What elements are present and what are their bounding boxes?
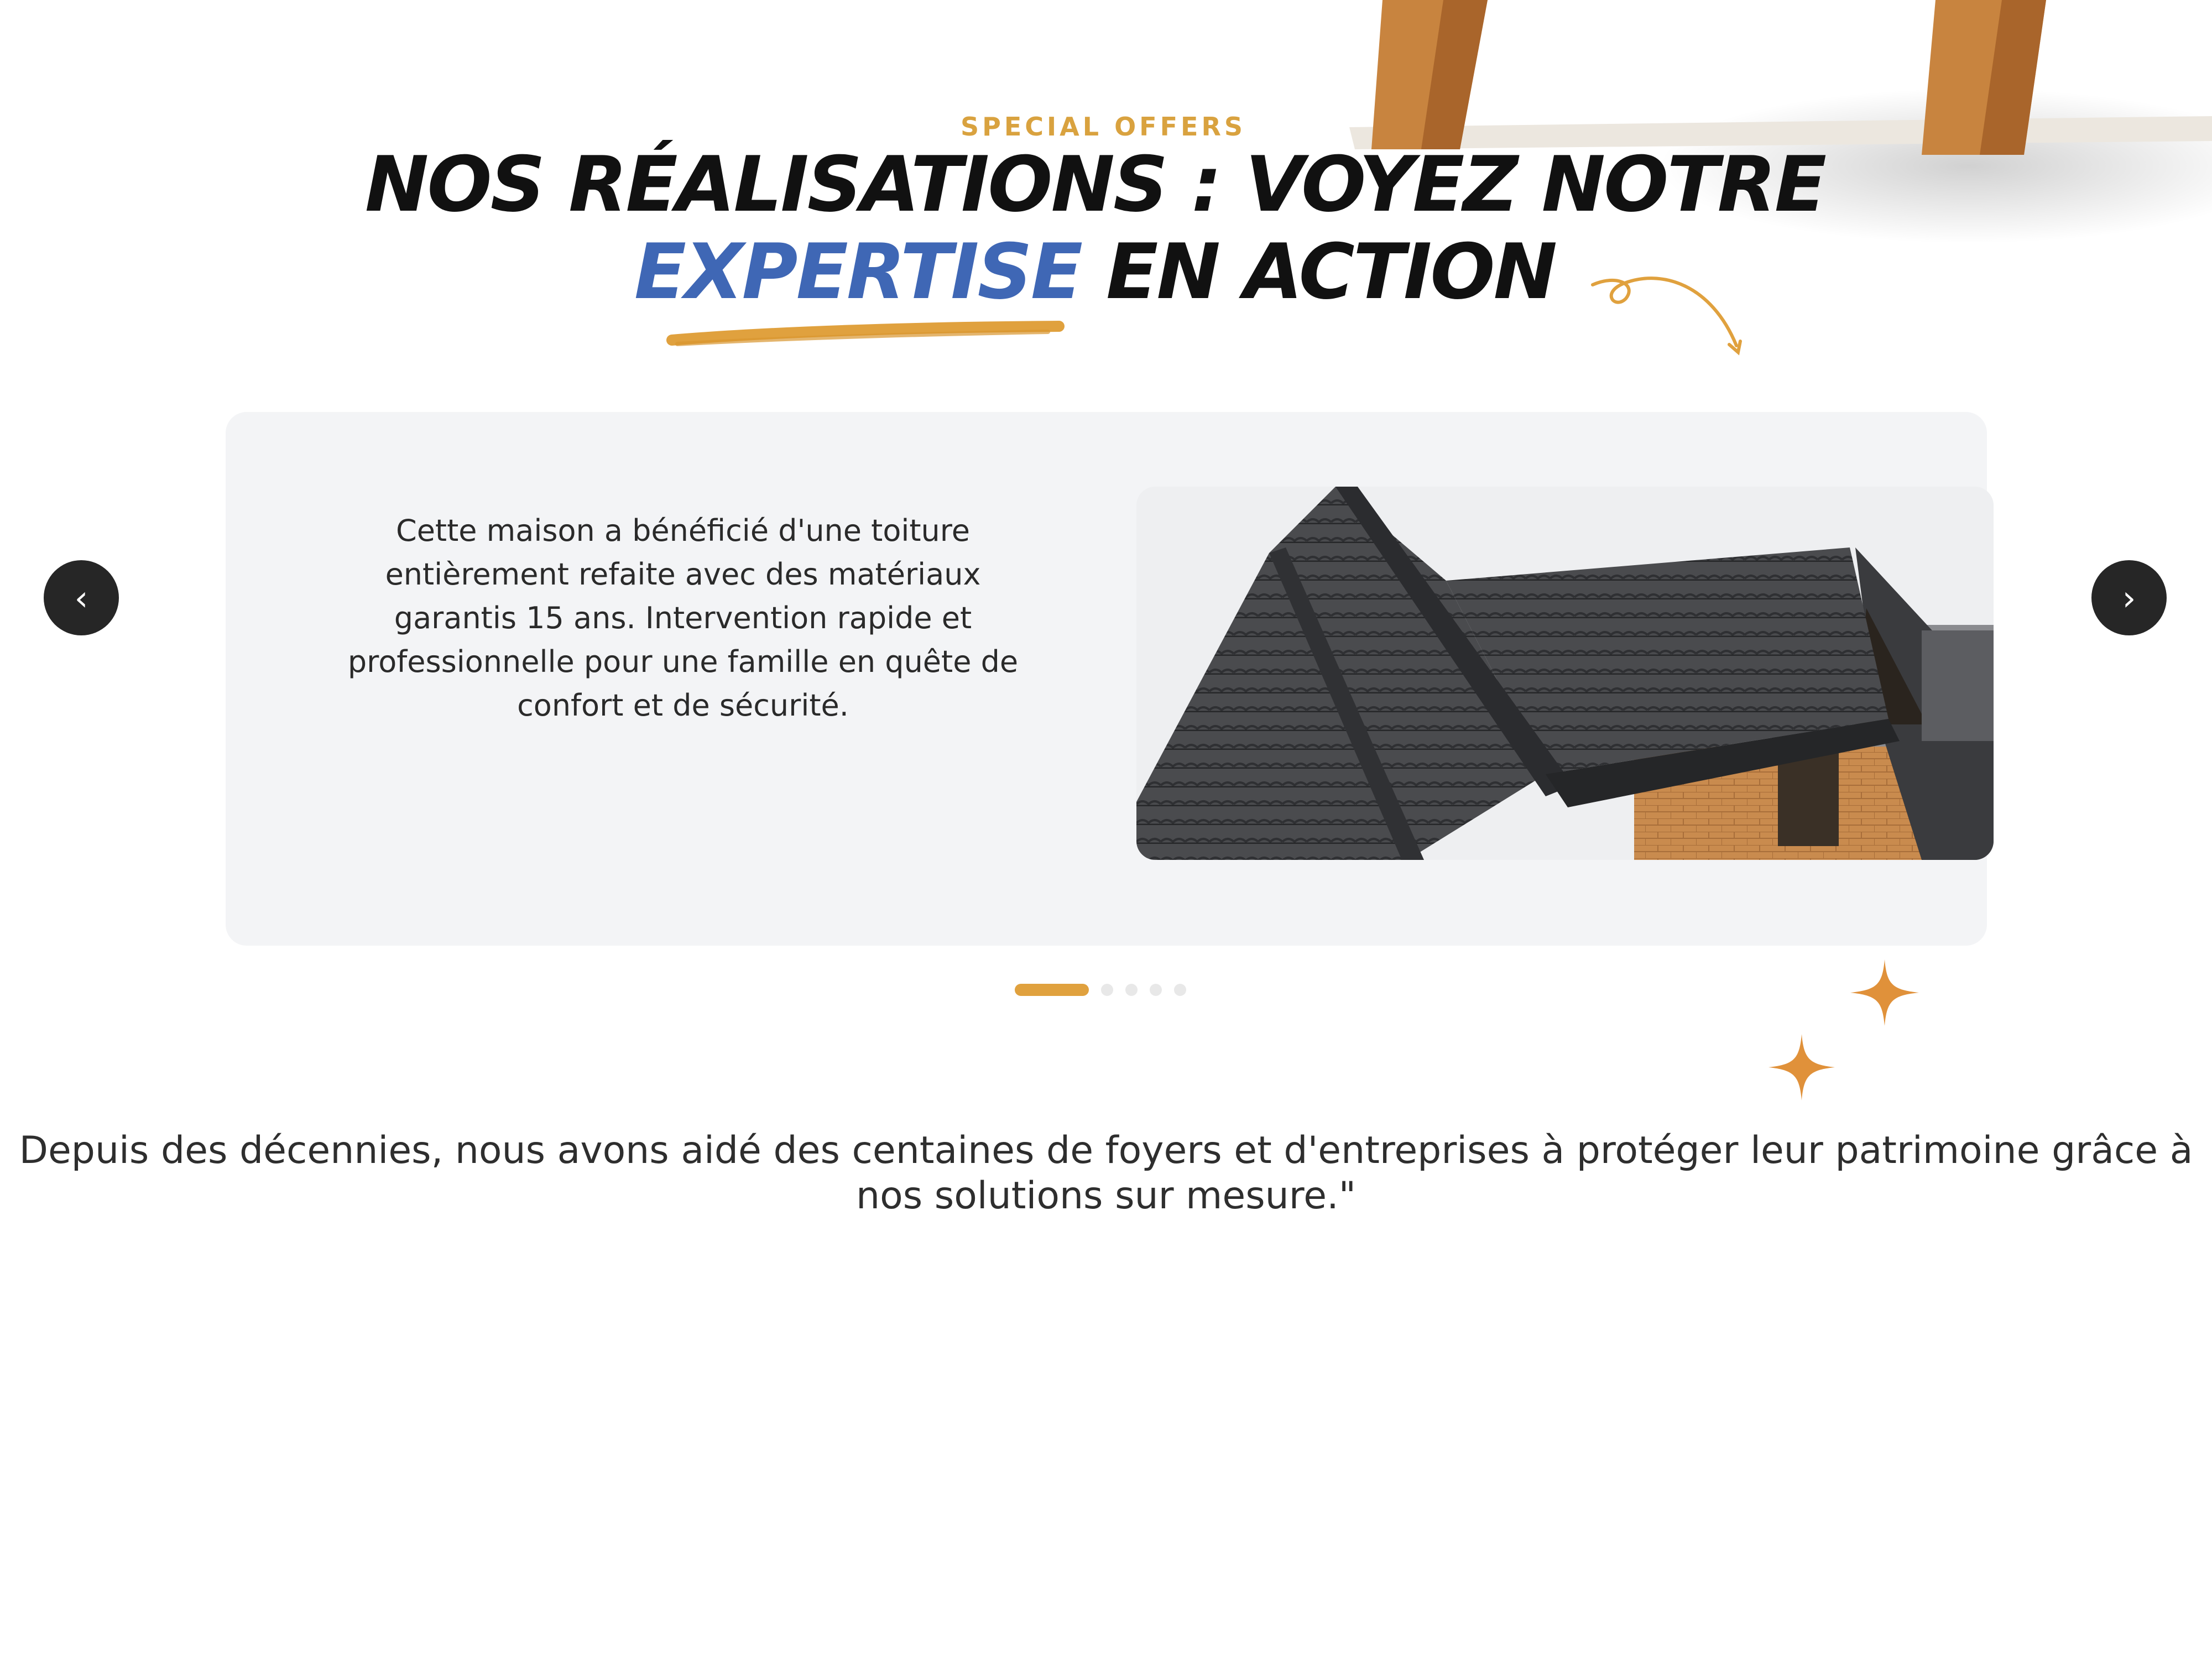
brush-underline-decoration <box>666 321 1065 346</box>
swirl-arrow-decoration <box>1591 276 1742 356</box>
carousel-prev-button[interactable]: ‹ <box>44 560 119 635</box>
section-eyebrow: SPECIAL OFFERS <box>961 112 1246 142</box>
slide-description: Cette maison a bénéficié d'une toiture e… <box>347 513 1019 723</box>
section-title: NOS RÉALISATIONS : VOYEZ NOTRE EXPERTISE… <box>0 141 2190 316</box>
chevron-right-icon: › <box>2122 577 2136 618</box>
carousel-next-button[interactable]: › <box>2091 560 2167 635</box>
pagination-dot-4[interactable] <box>1150 984 1162 996</box>
pagination-dot-3[interactable] <box>1125 984 1138 996</box>
roof-photo <box>1136 487 1994 860</box>
title-line-1: NOS RÉALISATIONS : VOYEZ NOTRE <box>364 140 1827 229</box>
carousel-pagination <box>1015 982 1186 998</box>
chevron-left-icon: ‹ <box>74 577 88 618</box>
footer-statement: Depuis des décennies, nous avons aidé de… <box>19 1129 2193 1218</box>
pagination-dot-5[interactable] <box>1174 984 1186 996</box>
title-line-2: EN ACTION <box>1081 227 1557 316</box>
title-accent: EXPERTISE <box>634 227 1083 316</box>
pagination-dot-2[interactable] <box>1101 984 1113 996</box>
pagination-dot-1[interactable] <box>1015 984 1089 996</box>
sparkles-decoration <box>1768 959 1919 1100</box>
